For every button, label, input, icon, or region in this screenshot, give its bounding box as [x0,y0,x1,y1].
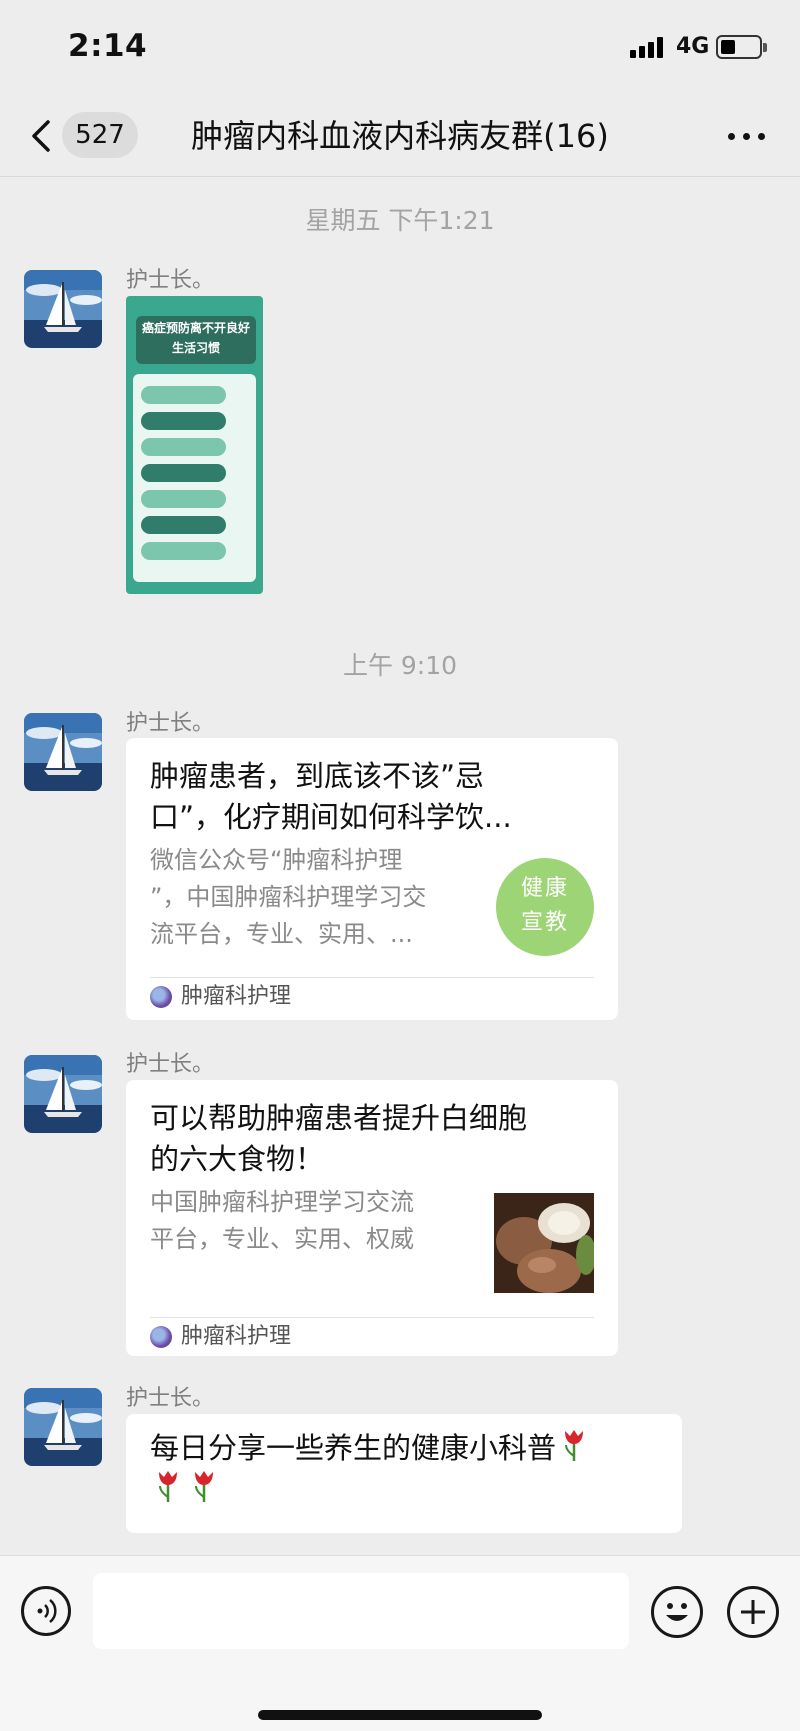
sailboat-avatar-icon [24,1388,102,1466]
voice-icon [37,1599,57,1623]
sender-name: 护士长。 [126,1386,215,1411]
chat-header: 527 肿瘤内科血液内科病友群(16) [0,95,800,177]
poster-title: 癌症预防离不开良好生活习惯 [142,321,251,355]
message-input[interactable] [93,1573,629,1649]
chat-title: 肿瘤内科血液内科病友群(16) [191,117,609,155]
card-thumbnail [494,1193,594,1293]
sailboat-avatar-icon [24,270,102,348]
back-chevron-icon [32,120,50,152]
tulip-icon [156,1469,180,1503]
status-time: 2:14 [68,28,148,64]
card-source: 肿瘤科护理 [150,1322,450,1352]
card-description: 微信公众号“肿瘤科护理 ”，中国肿瘤科护理学习交 流平台，专业、实用、... [150,846,427,948]
account-icon [150,1326,172,1348]
signal-icon [630,36,668,58]
sender-name: 护士长。 [126,268,215,293]
input-bar [0,1555,800,1731]
card-description: 中国肿瘤科护理学习交流 平台，专业、实用、权威 [150,1188,414,1253]
sailboat-avatar-icon [24,1055,102,1133]
home-indicator [258,1710,542,1720]
back-button[interactable] [26,113,60,159]
poster-image[interactable]: 癌症预防离不开良好生活习惯 [126,296,263,594]
avatar[interactable] [24,1055,102,1133]
text-message[interactable]: 每日分享一些养生的健康小科普 [126,1414,682,1533]
sender-name: 护士长。 [126,1052,215,1077]
avatar[interactable] [24,1388,102,1466]
network-type: 4G [676,34,710,59]
sailboat-avatar-icon [24,713,102,791]
emoji-button[interactable] [651,1586,703,1638]
account-icon [150,986,172,1008]
avatar[interactable] [24,270,102,348]
card-title: 肿瘤患者，到底该不该”忌 口”，化疗期间如何科学饮... [150,759,512,834]
poster-content [133,374,256,582]
divider [150,1317,594,1318]
emoji-icon [666,1603,688,1621]
poster-title-box: 癌症预防离不开良好生活习惯 [136,316,256,364]
voice-button[interactable] [21,1586,71,1636]
tulip-icon [192,1469,216,1503]
tulip-icon [562,1428,586,1462]
link-card[interactable]: 可以帮助肿瘤患者提升白细胞 的六大食物！ 中国肿瘤科护理学习交流 平台，专业、实… [126,1080,618,1356]
timestamp: 上午 9:10 [342,651,458,680]
card-title: 可以帮助肿瘤患者提升白细胞 的六大食物！ [150,1101,528,1176]
card-source: 肿瘤科护理 [150,982,450,1012]
divider [150,977,594,978]
battery-icon [716,35,767,59]
avatar[interactable] [24,713,102,791]
status-bar: 2:14 4G [0,0,800,95]
card-thumbnail: 健康 宣教 [496,858,594,956]
link-card[interactable]: 肿瘤患者，到底该不该”忌 口”，化疗期间如何科学饮... 微信公众号“肿瘤科护理… [126,738,618,1020]
plus-button[interactable] [727,1586,779,1638]
food-image-icon [494,1193,594,1293]
timestamp: 星期五 下午1:21 [305,206,495,235]
more-button[interactable] [722,113,772,159]
unread-count-badge[interactable]: 527 [62,112,138,158]
plus-icon [741,1600,765,1624]
sender-name: 护士长。 [126,711,215,736]
message-text: 每日分享一些养生的健康小科普 [150,1428,690,1510]
